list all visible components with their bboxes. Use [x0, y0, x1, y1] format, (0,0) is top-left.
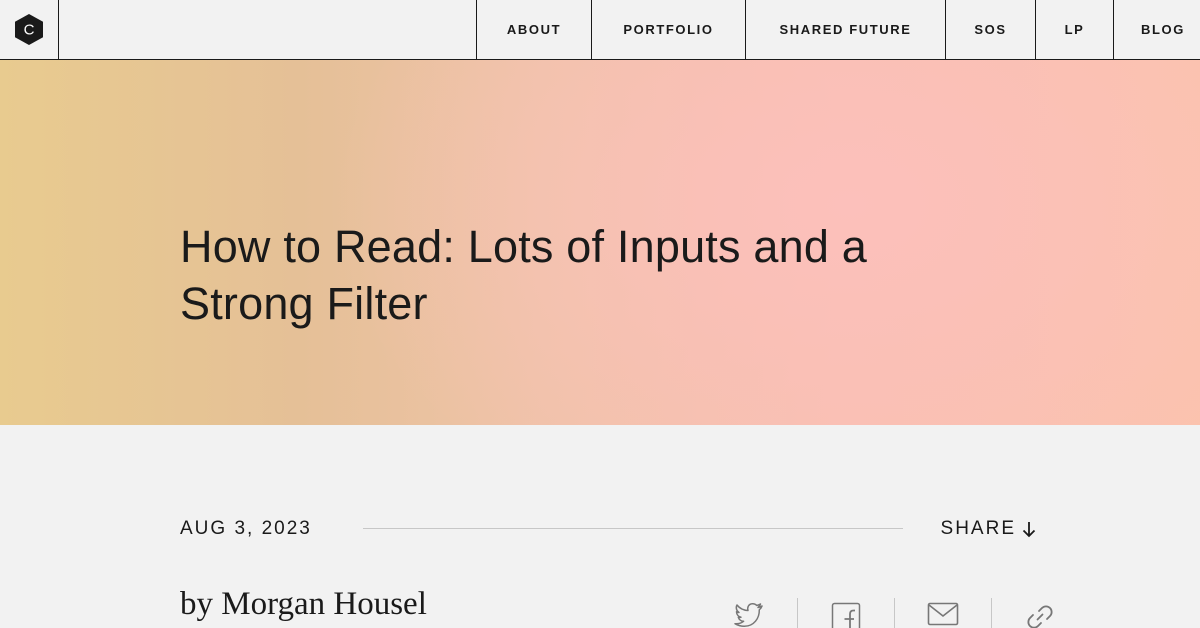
share-facebook-button[interactable] [797, 598, 894, 628]
svg-text:C: C [24, 22, 35, 39]
share-button[interactable]: SHARE [941, 518, 1036, 540]
main-nav: ABOUT PORTFOLIO SHARED FUTURE SOS LP BLO… [476, 0, 1200, 59]
twitter-icon [733, 602, 763, 628]
divider-line [363, 528, 903, 529]
page-title: How to Read: Lots of Inputs and a Strong… [180, 221, 868, 329]
nav-about[interactable]: ABOUT [476, 0, 591, 59]
email-icon [927, 602, 959, 626]
author-byline: by Morgan Housel [180, 586, 427, 622]
share-label: SHARE [940, 518, 1016, 539]
article-meta: AUG 3, 2023 SHARE [180, 514, 1036, 544]
nav-blog[interactable]: BLOG [1113, 0, 1200, 59]
hero-banner: How to Read: Lots of Inputs and a Strong… [0, 60, 1200, 425]
share-email-button[interactable] [894, 598, 991, 628]
nav-portfolio[interactable]: PORTFOLIO [591, 0, 745, 59]
hexagon-c-logo-icon: C [15, 14, 43, 45]
link-icon [1027, 605, 1053, 628]
arrow-down-icon [1022, 521, 1036, 537]
facebook-icon [831, 602, 861, 628]
nav-sos[interactable]: SOS [945, 0, 1035, 59]
home-logo-link[interactable]: C [0, 0, 59, 59]
nav-lp[interactable]: LP [1035, 0, 1113, 59]
copy-link-button[interactable] [991, 598, 1088, 628]
nav-shared-future[interactable]: SHARED FUTURE [745, 0, 945, 59]
publish-date: AUG 3, 2023 [180, 518, 312, 539]
share-twitter-button[interactable] [700, 598, 797, 628]
share-links [700, 598, 1088, 628]
top-navigation-bar: C ABOUT PORTFOLIO SHARED FUTURE SOS LP B… [0, 0, 1200, 60]
